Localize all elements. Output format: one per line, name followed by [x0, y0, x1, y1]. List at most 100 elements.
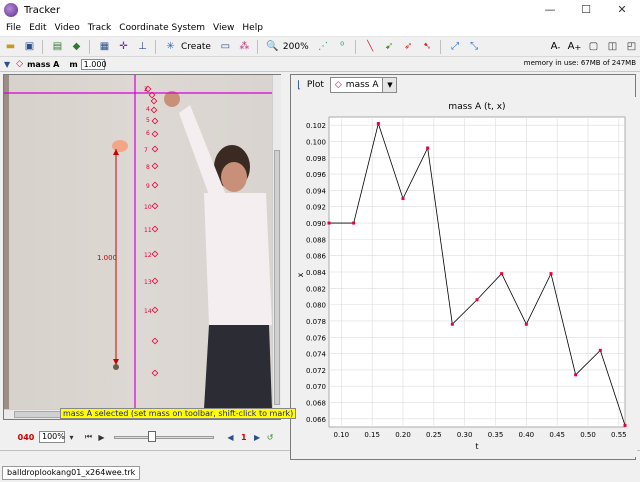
plot-chart[interactable]: 0.066 0.068 0.070 0.072 0.074 0.076 0.078 0.080… [291, 97, 637, 457]
frame-slider[interactable] [114, 431, 214, 443]
create-button[interactable]: Create [181, 42, 211, 52]
x-tick-label: 0.20 [395, 431, 411, 439]
x-tick-label: 0.35 [488, 431, 504, 439]
menu-view[interactable]: View [213, 23, 234, 33]
open-video-icon[interactable]: ▤ [49, 38, 66, 55]
save-icon[interactable]: ▣ [21, 38, 38, 55]
go-to-start-icon[interactable]: ⏮ [82, 432, 95, 442]
status-message: mass A selected (set mass on toolbar, sh… [60, 408, 297, 419]
track-control-icon[interactable]: ▭ [217, 38, 234, 55]
memory-usage[interactable]: memory in use: 67MB of 247MB [524, 59, 636, 67]
y-tick-label: 0.098 [306, 155, 326, 163]
data-point[interactable] [327, 221, 331, 225]
video-frame[interactable]: 1.000 2 4 5 6 7 8 9 10 11 12 13 14 [4, 75, 272, 409]
video-vertical-scrollbar[interactable] [272, 75, 281, 409]
y-tick-label: 0.074 [306, 351, 327, 359]
y-tick-label: 0.096 [306, 171, 327, 179]
vector-sum-icon[interactable]: ⤢ [447, 38, 464, 55]
video-filter-icon[interactable]: ◆ [68, 38, 85, 55]
data-point[interactable] [500, 272, 504, 276]
track-name[interactable]: mass A [27, 60, 59, 69]
path-icon[interactable]: ╲ [362, 38, 379, 55]
step-forward-icon[interactable]: ▶ [251, 433, 264, 442]
create-track-icon[interactable]: ✳ [162, 38, 179, 55]
player-bar: 040 100% ▾ ⏮ ▶ ◀ 1 ▶ ↺ [3, 428, 281, 446]
menu-track[interactable]: Track [88, 23, 112, 33]
zoom-dropdown-icon[interactable]: ▾ [65, 433, 78, 442]
notes-icon[interactable]: ▢ [585, 38, 602, 55]
track-menu-icon[interactable]: ▼ [4, 60, 10, 69]
slider-line [114, 436, 214, 439]
data-point[interactable] [524, 322, 528, 326]
data-point[interactable] [574, 373, 578, 377]
zoom-icon[interactable]: 🔍 [264, 38, 281, 55]
y-tick-label: 0.088 [306, 236, 326, 244]
clip-settings-icon[interactable]: ▦ [96, 38, 113, 55]
menu-help[interactable]: Help [242, 23, 263, 33]
data-point[interactable] [426, 146, 430, 150]
video-overlay: 1.000 2 4 5 6 7 8 9 10 11 12 13 14 [4, 75, 272, 409]
close-button[interactable]: ✕ [604, 0, 640, 20]
menu-bar: File Edit Video Track Coordinate System … [0, 20, 640, 37]
svg-text:6: 6 [146, 130, 150, 137]
svg-text:7: 7 [144, 147, 148, 154]
font-larger-icon[interactable]: A + [566, 38, 583, 55]
data-point[interactable] [376, 122, 380, 126]
fixed-coords-icon[interactable]: ⤡ [466, 38, 483, 55]
x-axis-label: t [475, 442, 478, 451]
y-tick-label: 0.070 [306, 383, 326, 391]
menu-file[interactable]: File [6, 23, 21, 33]
vectors-icon[interactable]: ➷ [419, 38, 436, 55]
trails-icon[interactable]: ⋰ [315, 38, 332, 55]
play-icon[interactable]: ▶ [95, 433, 108, 442]
data-point[interactable] [401, 197, 405, 201]
video-zoom-field[interactable]: 100% [39, 431, 65, 443]
calibration-tape-icon[interactable]: ⊥ [134, 38, 151, 55]
svg-text:11: 11 [144, 227, 152, 234]
plot-view-icon[interactable]: ⌊ [297, 80, 301, 91]
labels-icon[interactable]: ⁰ [334, 38, 351, 55]
autotracker-icon[interactable]: ⁂ [236, 38, 253, 55]
svg-text:13: 13 [144, 279, 152, 286]
data-point[interactable] [549, 272, 553, 276]
acceleration-icon[interactable]: ➶ [400, 38, 417, 55]
frame-number[interactable]: 040 [15, 433, 37, 442]
data-point[interactable] [475, 298, 479, 302]
help-icon[interactable]: ◰ [623, 38, 640, 55]
menu-coordinate-system[interactable]: Coordinate System [119, 23, 205, 33]
video-vscroll-thumb[interactable] [274, 150, 280, 405]
mass-field[interactable]: 1.000 [80, 58, 107, 70]
data-point[interactable] [598, 348, 602, 352]
chevron-down-icon[interactable]: ▼ [383, 77, 398, 93]
y-tick-label: 0.080 [306, 302, 326, 310]
x-tick-label: 0.10 [334, 431, 350, 439]
plot-track-select[interactable]: ◇ mass A [329, 77, 384, 93]
data-point[interactable] [450, 322, 454, 326]
open-folder-icon[interactable]: ▬ [2, 38, 19, 55]
refresh-icon[interactable]: ◫ [604, 38, 621, 55]
menu-edit[interactable]: Edit [29, 23, 46, 33]
svg-text:4: 4 [146, 106, 150, 113]
zoom-level[interactable]: 200% [283, 42, 309, 52]
toolbar-divider [42, 39, 43, 54]
y-tick-label: 0.082 [306, 285, 326, 293]
loop-icon[interactable]: ↺ [264, 433, 277, 442]
x-tick-label: 0.55 [611, 431, 627, 439]
axes-icon[interactable]: ✛ [115, 38, 132, 55]
step-size[interactable]: 1 [241, 433, 247, 442]
title-bar: Tracker — ☐ ✕ [0, 0, 640, 20]
y-tick-label: 0.092 [306, 204, 326, 212]
menu-video[interactable]: Video [55, 23, 80, 33]
velocity-icon[interactable]: ➹ [381, 38, 398, 55]
slider-knob[interactable] [148, 431, 156, 442]
chart-title: mass A (t, x) [448, 102, 505, 112]
maximize-button[interactable]: ☐ [568, 0, 604, 20]
y-tick-label: 0.072 [306, 367, 326, 375]
minimize-button[interactable]: — [532, 0, 568, 20]
file-tab[interactable]: balldroplookang01_x264wee.trk [2, 466, 141, 480]
font-smaller-icon[interactable]: A- [547, 38, 564, 55]
data-point[interactable] [623, 423, 627, 427]
step-back-icon[interactable]: ◀ [224, 433, 237, 442]
y-axis-label: x [296, 272, 305, 277]
data-point[interactable] [352, 221, 356, 225]
